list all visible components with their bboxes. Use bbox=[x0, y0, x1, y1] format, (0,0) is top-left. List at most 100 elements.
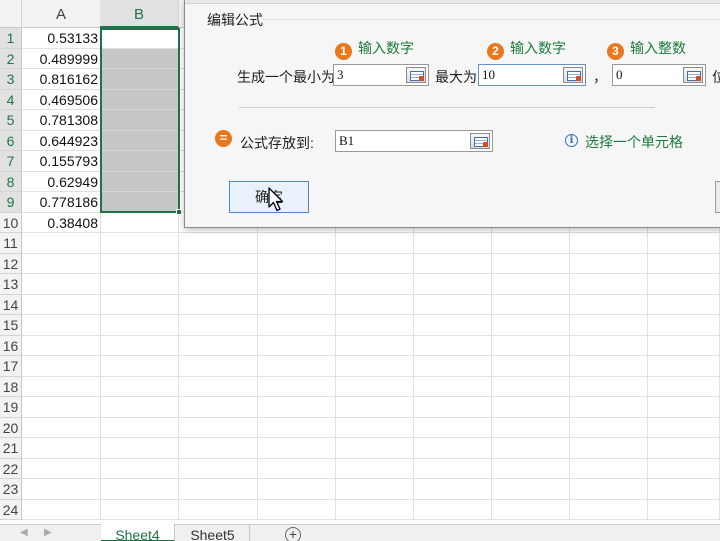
table-cell[interactable] bbox=[257, 335, 336, 356]
table-cell[interactable] bbox=[179, 356, 258, 377]
table-cell[interactable] bbox=[100, 294, 179, 315]
table-cell[interactable] bbox=[257, 479, 336, 500]
table-cell[interactable] bbox=[335, 356, 414, 377]
table-cell[interactable] bbox=[647, 417, 720, 438]
table-cell[interactable] bbox=[100, 69, 179, 90]
table-cell[interactable] bbox=[569, 335, 648, 356]
table-cell[interactable] bbox=[100, 397, 179, 418]
table-cell[interactable]: 0.778186 bbox=[22, 192, 101, 213]
table-cell[interactable] bbox=[179, 458, 258, 479]
table-cell[interactable] bbox=[647, 376, 720, 397]
table-cell[interactable] bbox=[413, 479, 492, 500]
table-cell[interactable] bbox=[257, 294, 336, 315]
table-cell[interactable] bbox=[179, 315, 258, 336]
table-cell[interactable] bbox=[100, 212, 179, 233]
table-cell[interactable] bbox=[100, 110, 179, 131]
row-header[interactable]: 1 bbox=[0, 28, 22, 49]
table-cell[interactable] bbox=[100, 28, 179, 49]
tab-sheet4[interactable]: Sheet4 bbox=[101, 524, 175, 541]
table-cell[interactable] bbox=[491, 315, 570, 336]
table-cell[interactable] bbox=[257, 397, 336, 418]
table-cell[interactable] bbox=[335, 233, 414, 254]
row-header[interactable]: 11 bbox=[0, 233, 22, 254]
row-header[interactable]: 3 bbox=[0, 69, 22, 90]
table-cell[interactable] bbox=[22, 335, 101, 356]
table-cell[interactable] bbox=[413, 335, 492, 356]
table-cell[interactable] bbox=[413, 417, 492, 438]
table-cell[interactable] bbox=[569, 274, 648, 295]
table-cell[interactable] bbox=[413, 458, 492, 479]
table-cell[interactable] bbox=[257, 253, 336, 274]
table-cell[interactable] bbox=[100, 253, 179, 274]
table-cell[interactable] bbox=[22, 356, 101, 377]
store-location-field[interactable]: B1 bbox=[335, 130, 493, 152]
decimals-field[interactable]: 0 bbox=[612, 64, 706, 86]
table-cell[interactable] bbox=[179, 438, 258, 459]
table-cell[interactable] bbox=[413, 397, 492, 418]
table-cell[interactable]: 0.816162 bbox=[22, 69, 101, 90]
table-cell[interactable] bbox=[335, 315, 414, 336]
table-cell[interactable] bbox=[179, 274, 258, 295]
table-cell[interactable] bbox=[22, 274, 101, 295]
column-header-b[interactable]: B bbox=[100, 0, 179, 28]
table-cell[interactable] bbox=[22, 397, 101, 418]
range-picker-icon[interactable] bbox=[406, 67, 426, 83]
row-header[interactable]: 12 bbox=[0, 253, 22, 274]
ok-button[interactable]: 确定 bbox=[229, 181, 309, 213]
max-value-field[interactable]: 10 bbox=[478, 64, 586, 86]
table-cell[interactable] bbox=[335, 458, 414, 479]
table-cell[interactable] bbox=[413, 315, 492, 336]
table-cell[interactable] bbox=[335, 376, 414, 397]
row-header[interactable]: 17 bbox=[0, 356, 22, 377]
table-cell[interactable] bbox=[647, 253, 720, 274]
table-cell[interactable]: 0.62949 bbox=[22, 171, 101, 192]
table-cell[interactable]: 0.469506 bbox=[22, 89, 101, 110]
table-cell[interactable] bbox=[179, 479, 258, 500]
row-header[interactable]: 21 bbox=[0, 438, 22, 459]
table-cell[interactable] bbox=[100, 192, 179, 213]
table-cell[interactable] bbox=[22, 315, 101, 336]
row-header[interactable]: 8 bbox=[0, 171, 22, 192]
table-cell[interactable] bbox=[100, 499, 179, 520]
table-cell[interactable] bbox=[647, 397, 720, 418]
row-header[interactable]: 22 bbox=[0, 458, 22, 479]
table-cell[interactable] bbox=[647, 274, 720, 295]
table-cell[interactable] bbox=[179, 233, 258, 254]
table-cell[interactable] bbox=[413, 438, 492, 459]
row-header[interactable]: 7 bbox=[0, 151, 22, 172]
row-header[interactable]: 6 bbox=[0, 130, 22, 151]
table-cell[interactable] bbox=[491, 335, 570, 356]
table-cell[interactable]: 0.53133 bbox=[22, 28, 101, 49]
table-cell[interactable] bbox=[100, 151, 179, 172]
table-cell[interactable] bbox=[335, 253, 414, 274]
table-cell[interactable] bbox=[100, 417, 179, 438]
table-cell[interactable] bbox=[22, 233, 101, 254]
table-cell[interactable] bbox=[100, 89, 179, 110]
table-cell[interactable] bbox=[179, 499, 258, 520]
plus-circle-icon[interactable]: + bbox=[285, 527, 301, 541]
table-cell[interactable]: 0.644923 bbox=[22, 130, 101, 151]
table-cell[interactable] bbox=[569, 499, 648, 520]
cancel-button[interactable] bbox=[715, 181, 720, 213]
table-cell[interactable] bbox=[22, 376, 101, 397]
tab-sheet5[interactable]: Sheet5 bbox=[176, 524, 250, 541]
row-header[interactable]: 10 bbox=[0, 212, 22, 233]
table-cell[interactable] bbox=[257, 315, 336, 336]
table-cell[interactable] bbox=[413, 233, 492, 254]
row-header[interactable]: 14 bbox=[0, 294, 22, 315]
row-header[interactable]: 9 bbox=[0, 192, 22, 213]
fill-handle[interactable] bbox=[176, 209, 182, 215]
table-cell[interactable] bbox=[335, 397, 414, 418]
table-cell[interactable] bbox=[413, 253, 492, 274]
range-picker-icon[interactable] bbox=[563, 67, 583, 83]
table-cell[interactable] bbox=[257, 376, 336, 397]
table-cell[interactable] bbox=[413, 499, 492, 520]
table-cell[interactable] bbox=[179, 417, 258, 438]
table-cell[interactable] bbox=[22, 294, 101, 315]
table-cell[interactable] bbox=[335, 499, 414, 520]
table-cell[interactable] bbox=[491, 233, 570, 254]
table-cell[interactable] bbox=[569, 438, 648, 459]
table-cell[interactable] bbox=[257, 274, 336, 295]
range-picker-icon[interactable] bbox=[470, 133, 490, 149]
row-header[interactable]: 2 bbox=[0, 48, 22, 69]
